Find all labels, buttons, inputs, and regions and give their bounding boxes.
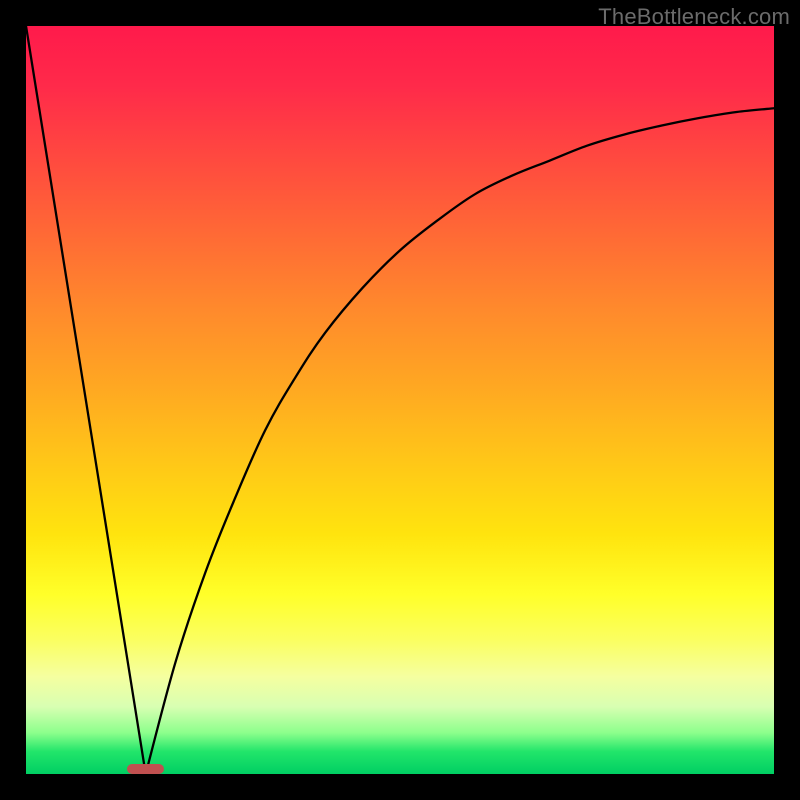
right-branch-line (146, 108, 774, 774)
bottleneck-marker (127, 764, 164, 774)
chart-frame: TheBottleneck.com (0, 0, 800, 800)
curves-svg (26, 26, 774, 774)
plot-area (26, 26, 774, 774)
left-branch-line (26, 26, 146, 774)
